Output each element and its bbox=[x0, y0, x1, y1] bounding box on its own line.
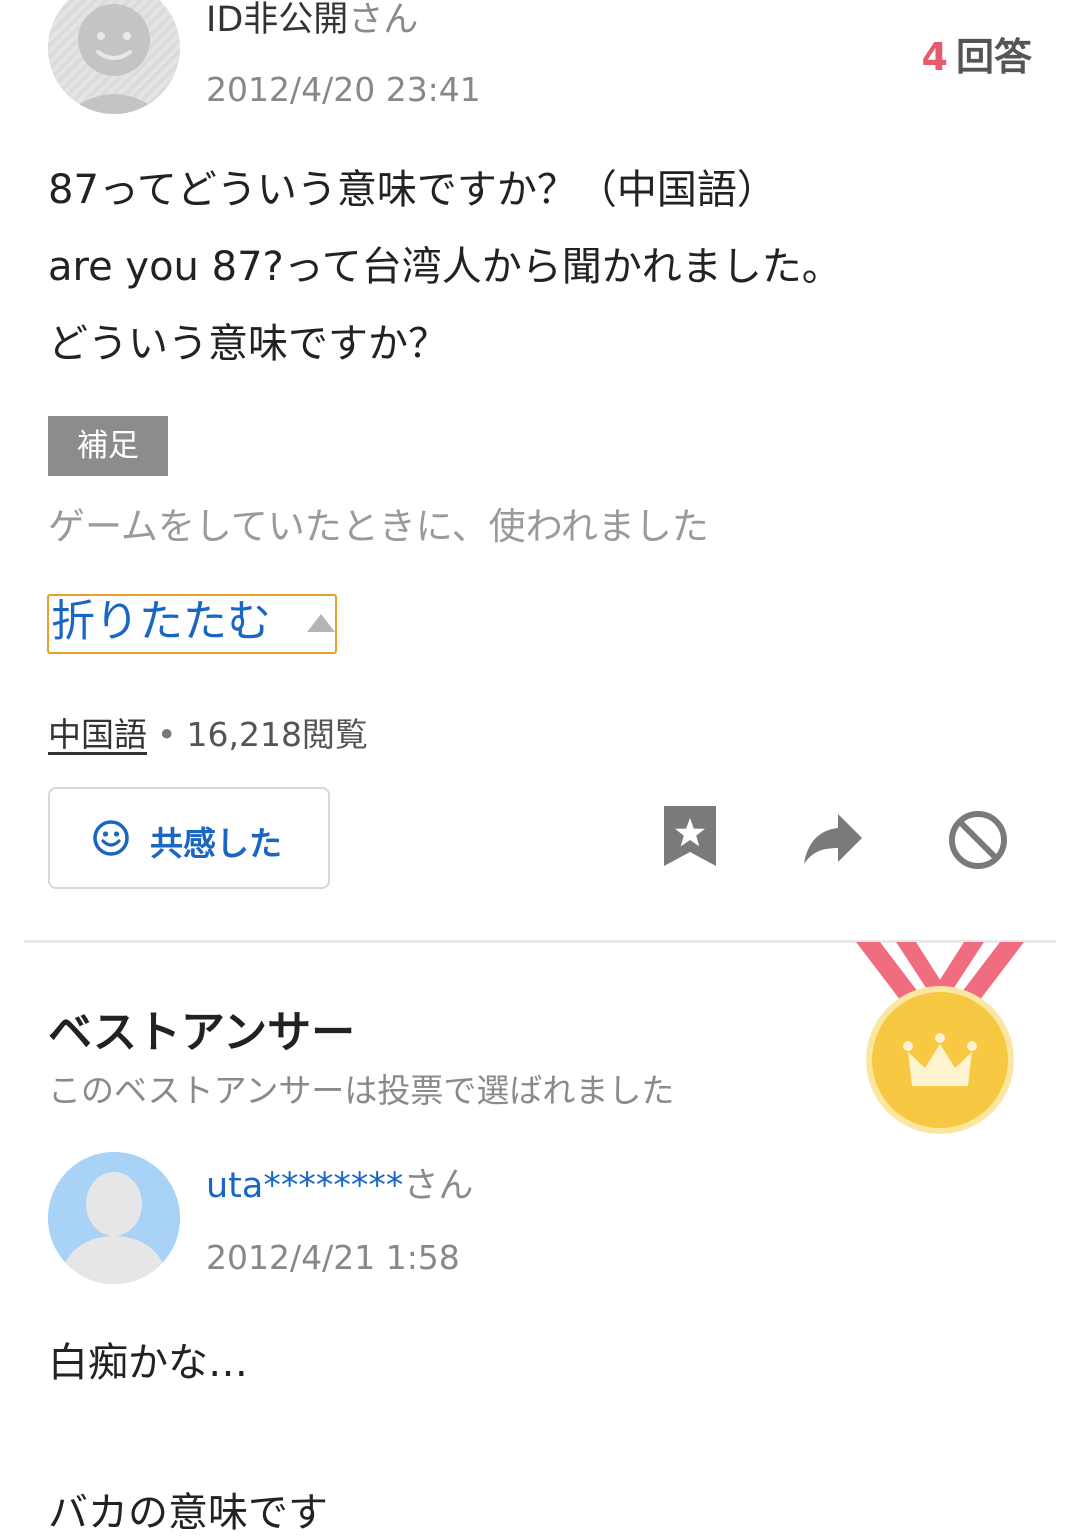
questioner-suffix: さん bbox=[348, 0, 419, 40]
supplement-text: ゲームをしていたときに、使われました bbox=[48, 505, 709, 548]
block-icon[interactable] bbox=[946, 808, 1010, 872]
collapse-label: 折りたたむ bbox=[51, 596, 271, 647]
answerer-username: uta******** bbox=[206, 1166, 404, 1206]
best-answer-subtitle: このベストアンサーは投票で選ばれました bbox=[48, 1071, 675, 1110]
smiley-icon bbox=[93, 820, 129, 856]
collapse-button[interactable]: 折りたたむ bbox=[47, 594, 337, 654]
question-line: どういう意味ですか？ bbox=[48, 321, 448, 367]
bookmark-star-icon[interactable] bbox=[658, 806, 722, 870]
question-line: 87ってどういう意味ですか？（中国語） bbox=[48, 167, 777, 213]
answerer-name[interactable]: uta********さん bbox=[206, 1166, 473, 1206]
category-link[interactable]: 中国語 bbox=[48, 715, 147, 754]
answer-count-number: 4 bbox=[921, 35, 948, 79]
questioner-name: ID非公開さん bbox=[206, 0, 418, 40]
crown-medal-icon bbox=[856, 942, 1024, 1134]
answer-count-label: 回答 bbox=[955, 35, 1032, 79]
empathy-label: 共感した bbox=[150, 824, 282, 863]
answer-line: 白痴かな… bbox=[48, 1340, 248, 1386]
supplement-badge: 補足 bbox=[48, 416, 168, 476]
answer-count[interactable]: 4 回答 bbox=[922, 26, 1032, 81]
view-count: 16,218閲覧 bbox=[186, 715, 368, 754]
meta-separator: • bbox=[157, 715, 177, 754]
empathy-button[interactable]: 共感した bbox=[48, 787, 330, 889]
question-line: are you 87?って台湾人から聞かれました。 bbox=[48, 244, 842, 290]
questioner-username: ID非公開 bbox=[206, 0, 349, 40]
answerer-suffix: さん bbox=[403, 1166, 474, 1206]
question-date: 2012/4/20 23:41 bbox=[206, 70, 481, 109]
answer-line: バカの意味です bbox=[48, 1490, 328, 1536]
caret-up-icon bbox=[307, 614, 335, 632]
questioner-avatar bbox=[48, 0, 180, 114]
question-body: 87ってどういう意味ですか？（中国語） are you 87?って台湾人から聞か… bbox=[48, 152, 1048, 383]
answerer-avatar bbox=[48, 1152, 180, 1284]
best-answer-title: ベストアンサー bbox=[48, 1007, 356, 1058]
share-arrow-icon[interactable] bbox=[802, 808, 866, 872]
question-meta: 中国語 • 16,218閲覧 bbox=[48, 708, 368, 756]
answer-date: 2012/4/21 1:58 bbox=[206, 1238, 460, 1277]
